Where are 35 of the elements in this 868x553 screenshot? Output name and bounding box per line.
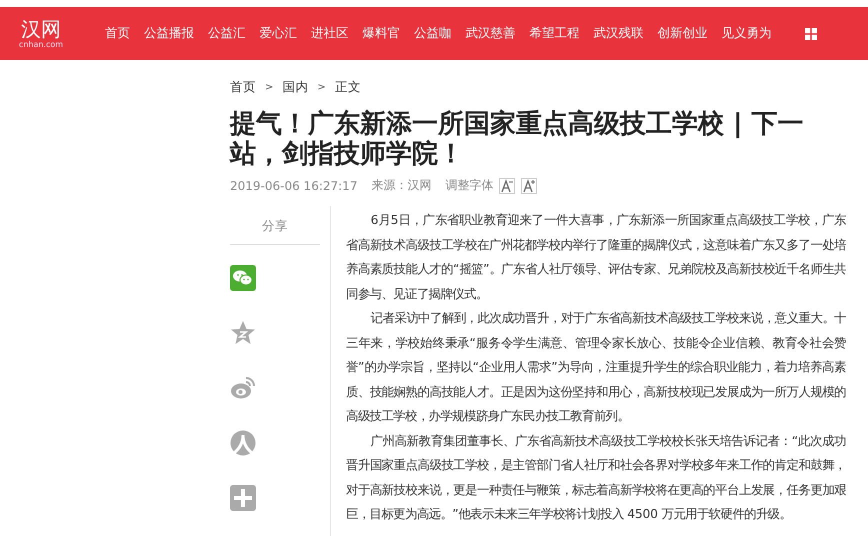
nav-link[interactable]: 希望工程 [522, 25, 586, 42]
share-label: 分享 [261, 218, 289, 235]
breadcrumb-link[interactable]: 国内 [282, 79, 308, 96]
nav-link[interactable]: 武汉慈善 [458, 25, 522, 42]
nav-link[interactable]: 公益汇 [201, 25, 252, 42]
nav-link[interactable]: 武汉残联 [586, 25, 650, 42]
increase-font-button[interactable] [521, 178, 538, 194]
nav-link[interactable]: 创新创业 [650, 25, 714, 42]
publish-date: 2019-06-06 16:27:17 [230, 178, 358, 192]
nav-link[interactable]: 进社区 [304, 25, 356, 42]
grid-menu-icon[interactable] [804, 28, 816, 40]
nav-link[interactable]: 爆料官 [356, 25, 407, 42]
font-size-label: 调整字体 [445, 177, 494, 194]
site-logo[interactable]: 汉网 [21, 18, 61, 40]
nav-link[interactable]: 公益咖 [407, 25, 458, 42]
nav-link[interactable]: 首页 [98, 25, 137, 42]
nav-link[interactable]: 爱心汇 [252, 25, 304, 42]
breadcrumb-separator: > [317, 82, 326, 93]
article-title: 提气！广东新添一所国家重点高级技工学校 | 下一站，剑指技师学院！ [230, 109, 805, 169]
breadcrumb-link[interactable]: 正文 [334, 79, 361, 96]
star-icon[interactable] [230, 320, 256, 346]
article-paragraph: 记者采访中了解到，此次成功晋升，对于广东省高新技术高级技工学校来说，意义重大。十三年来，学校始终秉承“服务令学生满意、管理令家长放心、技能令企业信赖、教育令社会赞誉”的办学宗旨，坚持以“企业用人需求”为导向，注重提升学生的综合职业能力，着力培养高素质、技能娴熟的高技能人才。正是因为这份坚持和用心，高新技校现已发展成为一所万人规模的高级技工学校，办学规模跻身广东民办技工教育前列。 [346, 310, 846, 425]
wechat-icon[interactable] [230, 265, 256, 291]
breadcrumb-separator: > [265, 82, 274, 93]
nav-link[interactable]: 见义勇为 [714, 25, 778, 42]
weibo-icon[interactable] [230, 375, 256, 401]
site-domain: cnhan.com [18, 40, 64, 50]
article-paragraph: 6月5日，广东省职业教育迎来了一件大喜事，广东新添一所国家重点高级技工学校，广东省高新技术高级技工学校在广州花都学校内举行了隆重的揭牌仪式，这意味着广东又多了一处培养高素质技能人才的“摇篮”。广东省人社厅领导、评估专家、兄弟院校及高新技校近千名师生共同参与、见证了揭牌仪式。 [346, 212, 846, 302]
decrease-font-button[interactable] [499, 178, 516, 194]
breadcrumb-link[interactable]: 首页 [230, 79, 256, 96]
nav-link[interactable]: 公益播报 [137, 25, 201, 42]
person-logo-icon[interactable] [230, 430, 256, 456]
plus-icon[interactable] [230, 485, 256, 511]
article-paragraph: 广州高新教育集团董事长、广东省高新技术高级技工学校校长张天培告诉记者：“此次成功晋升国家重点高级技工学校，是主管部门省人社厅和社会各界对学校多年来工作的肯定和鼓舞，对于高新技校来说，更是一种责任与鞭策，标志着高新学校将在更高的平台上发展，任务更加艰巨，目标更为高远。”他表示未来三年学校将计划投入 4500 万元用于软硬件的升级。 [346, 432, 846, 523]
article-source: 来源：汉网 [371, 177, 432, 194]
